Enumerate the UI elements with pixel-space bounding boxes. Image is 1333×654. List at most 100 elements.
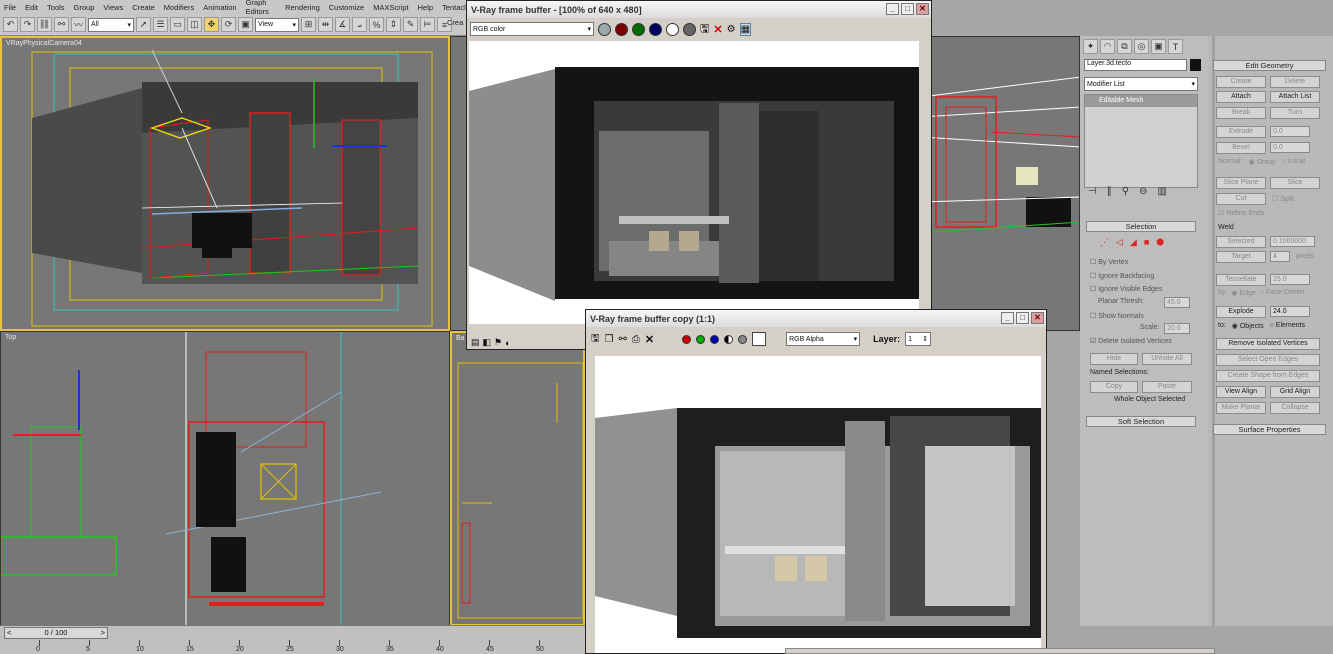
copy-clear-icon[interactable]: ✕	[645, 333, 654, 346]
bind-icon[interactable]: 〰	[71, 17, 86, 32]
planar-thresh-field[interactable]: 45.0	[1164, 297, 1190, 308]
remove-isolated-button[interactable]: Remove Isolated Vertices	[1216, 338, 1320, 350]
copy-alpha-icon[interactable]	[724, 334, 734, 344]
pixel-info-icon[interactable]: ⚑	[494, 337, 502, 348]
modifier-list-select[interactable]: Modifier List ▾	[1084, 77, 1198, 91]
maximize-icon[interactable]: □	[901, 3, 914, 15]
explode-button[interactable]: Explode	[1216, 306, 1266, 318]
turn-button[interactable]: Turn	[1270, 107, 1320, 119]
back-viewport[interactable]: Ba	[450, 331, 585, 626]
explode-field[interactable]: 24.0	[1270, 306, 1310, 317]
selection-rollout-header[interactable]: Selection	[1086, 221, 1196, 232]
unhide-all-button[interactable]: Unhide All	[1142, 353, 1192, 365]
window-crossing-icon[interactable]: ◫	[187, 17, 202, 32]
configure-sets-icon[interactable]: ▥	[1157, 186, 1166, 197]
face-icon[interactable]: ◢	[1130, 237, 1137, 248]
face-center-radio[interactable]: ○ Face-Center	[1260, 289, 1305, 297]
pivot-icon[interactable]: ⊞	[301, 17, 316, 32]
vfb-channel-select[interactable]: RGB color ▾	[470, 22, 594, 36]
timeline[interactable]: < 0 / 100 > 0 5 10 15 20 25 30 35 40 45 50	[0, 625, 585, 654]
green-channel-icon[interactable]	[632, 22, 645, 36]
angle-snap-icon[interactable]: ⦟	[352, 17, 367, 32]
save-icon[interactable]: 🖫	[700, 20, 709, 39]
split-check[interactable]: ☐ Split	[1272, 195, 1294, 203]
history-icon[interactable]: ▤	[471, 337, 480, 348]
copy-close-icon[interactable]: ✕	[1031, 312, 1044, 324]
menu-item[interactable]: Create	[132, 3, 155, 12]
create-tab-icon[interactable]: ✦	[1083, 39, 1098, 54]
lut-icon[interactable]: ◧	[483, 337, 492, 348]
menu-item[interactable]: MAXScript	[373, 3, 408, 12]
selection-filter-select[interactable]: All ▾	[88, 17, 134, 32]
menu-item[interactable]: Tools	[47, 3, 65, 12]
clear-icon[interactable]: ✕	[713, 23, 722, 36]
ignore-backfacing-check[interactable]: ☐ Ignore Backfacing	[1090, 272, 1154, 280]
edge-icon[interactable]: ◁	[1116, 237, 1123, 248]
create-button[interactable]: Create	[1216, 76, 1266, 88]
hierarchy-tab-icon[interactable]: ⧉	[1117, 39, 1132, 54]
object-color-swatch[interactable]	[1190, 59, 1201, 71]
remove-modifier-icon[interactable]: ⊖	[1139, 186, 1147, 197]
show-normals-check[interactable]: ☐ Show Normals	[1090, 312, 1144, 320]
prev-frame-icon[interactable]: <	[7, 628, 11, 638]
red-channel-icon[interactable]	[615, 22, 628, 36]
objects-radio[interactable]: ◉ Objects	[1232, 322, 1264, 330]
unlink-icon[interactable]: ⚯	[54, 17, 69, 32]
edge-radio[interactable]: ◉ Edge	[1231, 289, 1255, 297]
menu-item[interactable]: File	[4, 3, 16, 12]
menu-item[interactable]: Rendering	[285, 3, 320, 12]
element-icon[interactable]: ⬢	[1156, 237, 1164, 248]
ignore-visible-edges-check[interactable]: ☐ Ignore Visible Edges	[1090, 285, 1162, 293]
redo-icon[interactable]: ↷	[20, 17, 35, 32]
copy-duplicate-icon[interactable]: ❐	[605, 334, 614, 345]
scale-icon[interactable]: ▣	[238, 17, 253, 32]
snap-icon[interactable]: ∡	[335, 17, 350, 32]
ref-coord-select[interactable]: View ▾	[255, 17, 299, 32]
utilities-tab-icon[interactable]: T	[1168, 39, 1183, 54]
time-slider[interactable]: < 0 / 100 >	[4, 627, 108, 639]
select-open-edges-button[interactable]: Select Open Edges	[1216, 354, 1320, 366]
copy-red-icon[interactable]	[682, 334, 692, 344]
break-button[interactable]: Break	[1216, 107, 1266, 119]
collapse-button[interactable]: Collapse	[1270, 402, 1320, 414]
view-align-button[interactable]: View Align	[1216, 386, 1266, 398]
spinner-snap-icon[interactable]: ⇕	[386, 17, 401, 32]
named-sets-icon[interactable]: ✎	[403, 17, 418, 32]
menu-item[interactable]: Views	[103, 3, 123, 12]
weld-selected-button[interactable]: Selected	[1216, 236, 1266, 248]
attach-button[interactable]: Attach	[1216, 91, 1266, 103]
grid-align-button[interactable]: Grid Align	[1270, 386, 1320, 398]
rgb-toggle-icon[interactable]	[598, 22, 611, 36]
move-icon[interactable]: ✥	[204, 17, 219, 32]
copy-green-icon[interactable]	[696, 334, 706, 344]
menu-item[interactable]: Help	[418, 3, 433, 12]
weld-threshold-field[interactable]: 0.1000000	[1270, 236, 1315, 247]
copy-bg-swatch[interactable]	[752, 332, 767, 346]
close-icon[interactable]: ✕	[916, 3, 929, 15]
modify-tab-icon[interactable]: ◠	[1100, 39, 1115, 54]
paste-button[interactable]: Paste	[1142, 381, 1192, 393]
bevel-field[interactable]: 0.0	[1270, 142, 1310, 153]
menu-item[interactable]: Edit	[25, 3, 38, 12]
region-render-icon[interactable]: ▦	[739, 22, 752, 36]
make-unique-icon[interactable]: ⚲	[1122, 186, 1129, 197]
scale-field[interactable]: 20.0	[1164, 323, 1190, 334]
link-icon[interactable]: ⛓	[37, 17, 52, 32]
extrude-button[interactable]: Extrude	[1216, 126, 1266, 138]
layer-spinner[interactable]: 1 ⇕	[905, 332, 932, 346]
polygon-icon[interactable]: ■	[1144, 237, 1149, 248]
motion-tab-icon[interactable]: ◎	[1134, 39, 1149, 54]
edit-geometry-header[interactable]: Edit Geometry	[1213, 60, 1326, 71]
bevel-button[interactable]: Bevel	[1216, 142, 1266, 154]
extrude-field[interactable]: 0.0	[1270, 126, 1310, 137]
create-shape-button[interactable]: Create Shape from Edges	[1216, 370, 1320, 382]
cut-button[interactable]: Cut	[1216, 193, 1266, 205]
slice-button[interactable]: Slice	[1270, 177, 1320, 189]
copy-button[interactable]: Copy	[1090, 381, 1138, 393]
minimize-icon[interactable]: _	[886, 3, 899, 15]
color-correct-icon[interactable]: ◐	[505, 338, 510, 348]
tessellate-field[interactable]: 25.0	[1270, 274, 1310, 285]
rect-region-icon[interactable]: ▭	[170, 17, 185, 32]
rotate-icon[interactable]: ⟳	[221, 17, 236, 32]
select-by-name-icon[interactable]: ☰	[153, 17, 168, 32]
